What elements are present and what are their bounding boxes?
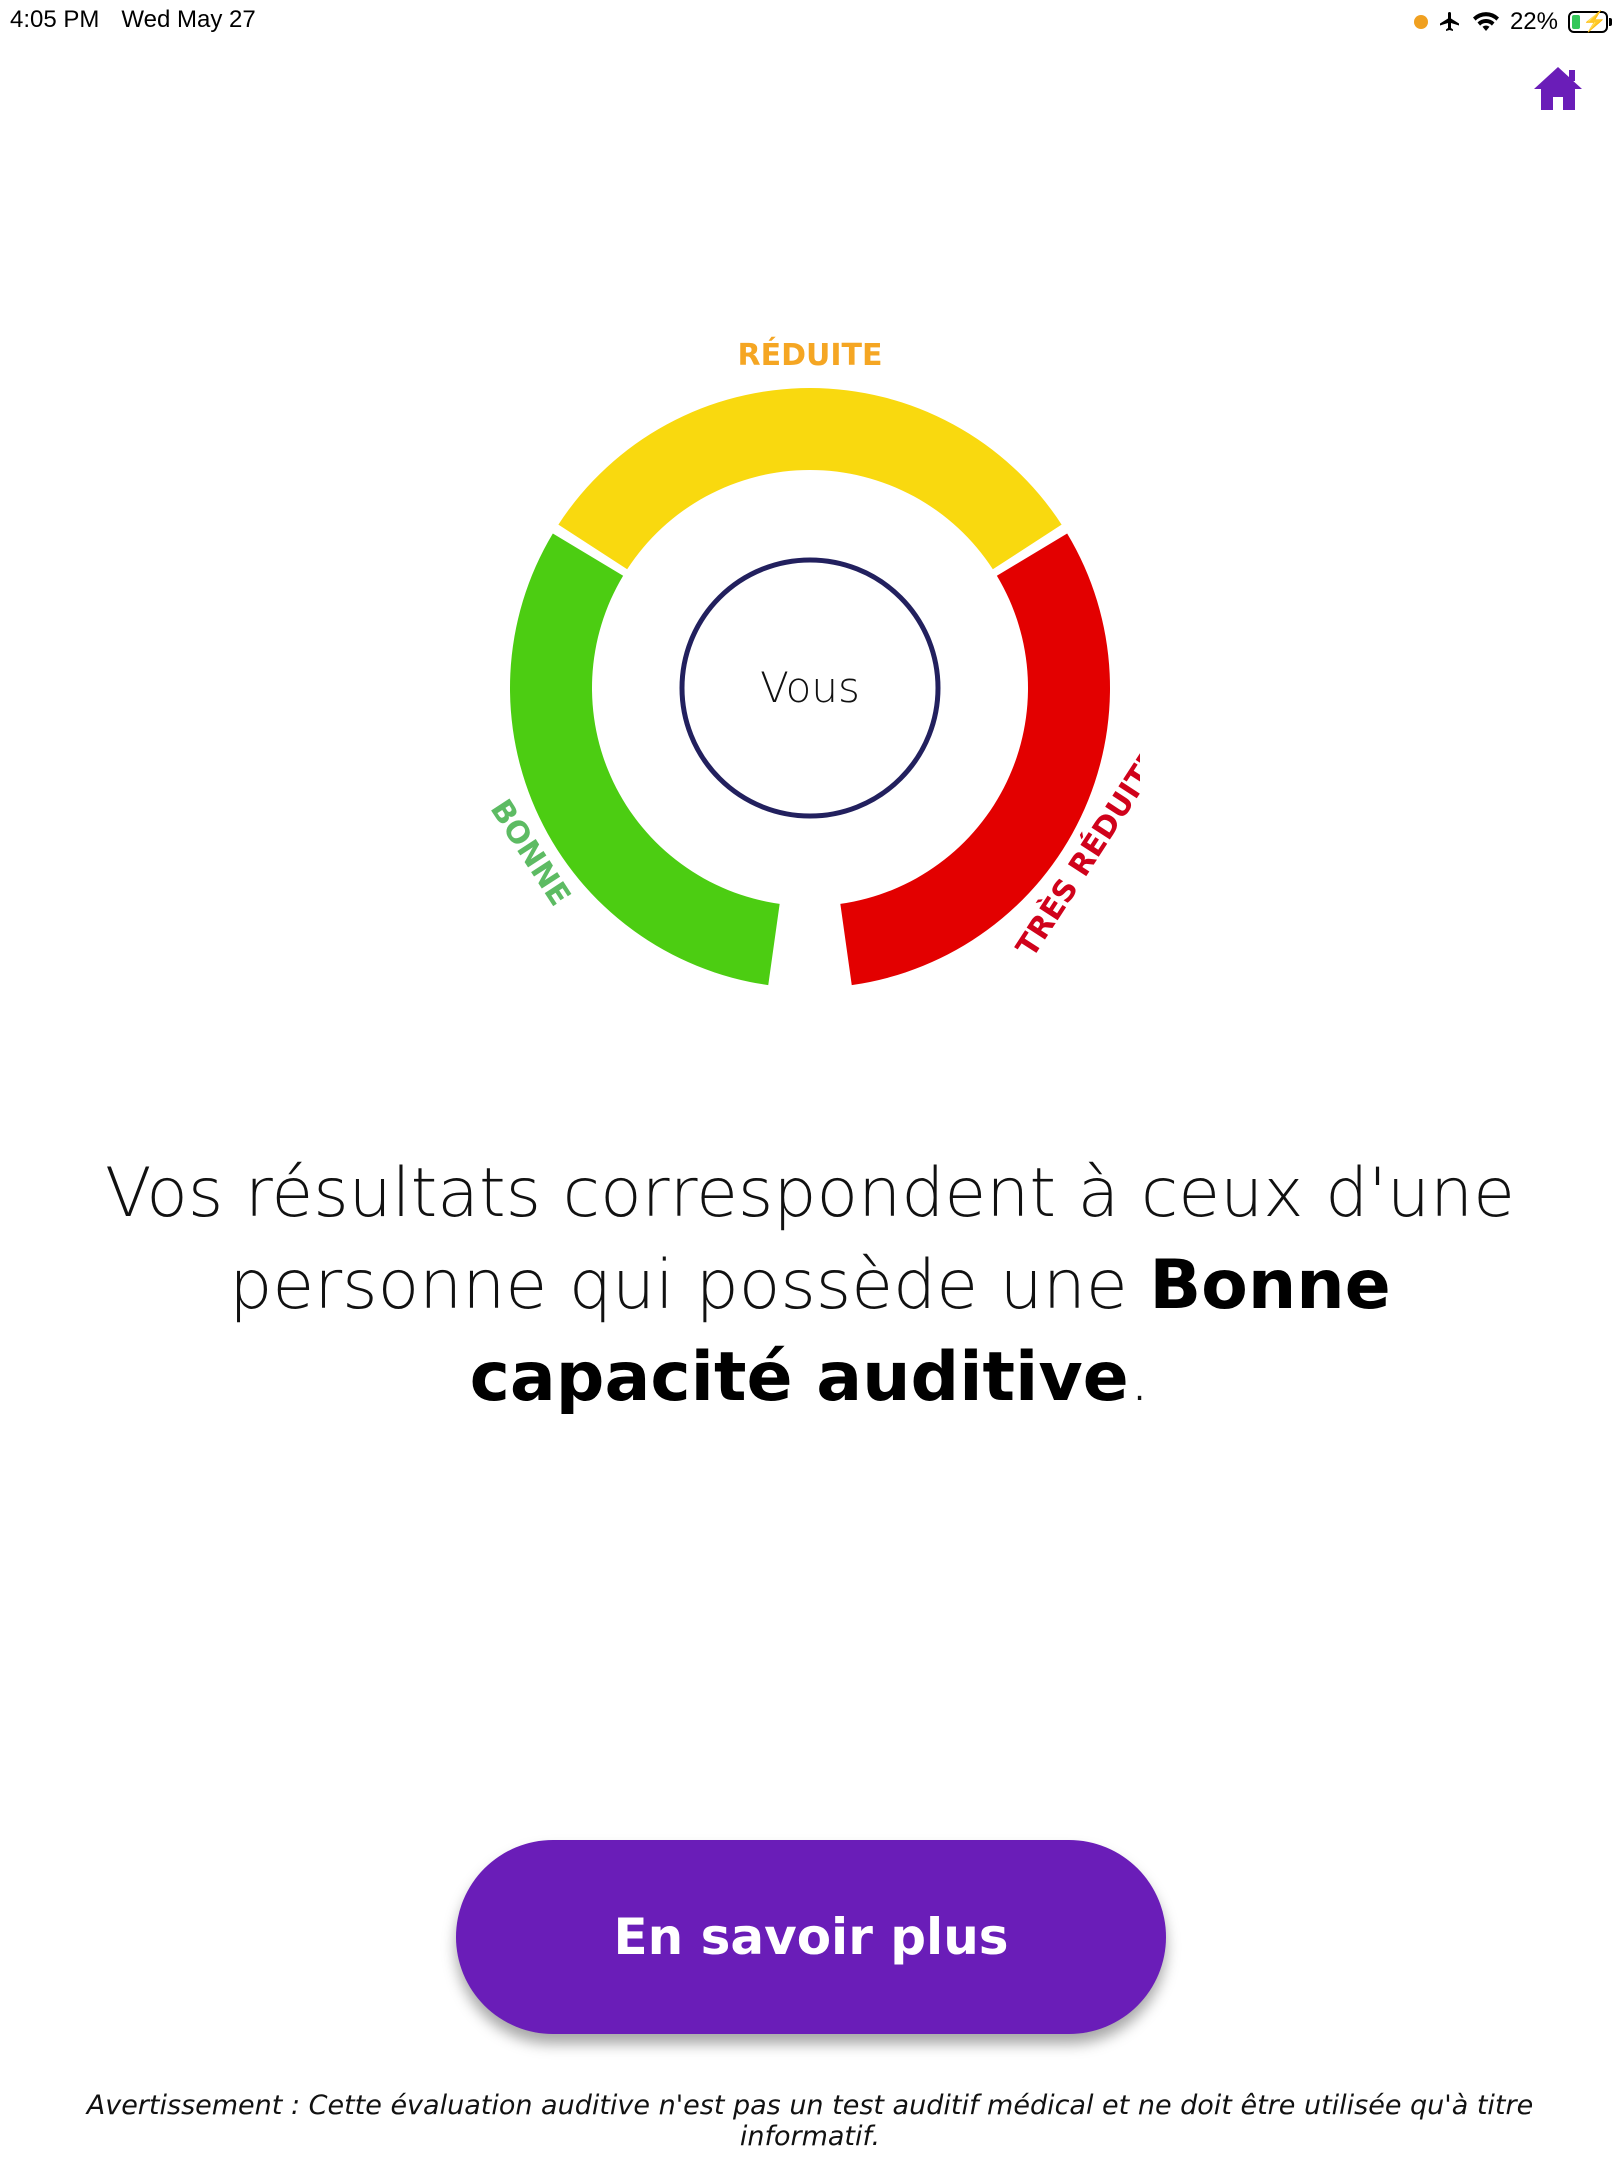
result-text: Vos résultats correspondent à ceux d'une… — [60, 1148, 1560, 1424]
hearing-gauge: RÉDUITE BONNE TRÈS RÉDUITE Vous — [483, 337, 1140, 986]
learn-more-button[interactable]: En savoir plus — [456, 1840, 1166, 2034]
status-time: 4:05 PM — [10, 6, 100, 33]
orange-dot-icon — [1413, 15, 1428, 29]
gauge-segment-reduced — [558, 387, 1062, 570]
pointer-label-you: Vous — [760, 663, 860, 712]
result-suffix: . — [1128, 1338, 1151, 1417]
status-right: 22% ⚡ — [1413, 4, 1612, 40]
battery-percentage: 22% — [1509, 8, 1558, 35]
battery-charging-icon: ⚡ — [1568, 11, 1612, 33]
home-icon[interactable] — [1532, 64, 1584, 114]
gauge-pointer: Vous — [679, 557, 941, 819]
airplane-icon — [1439, 12, 1459, 31]
status-left: 4:05 PM Wed May 27 — [10, 6, 278, 34]
status-date: Wed May 27 — [121, 6, 256, 33]
disclaimer-text: Avertissement : Cette évaluation auditiv… — [86, 2090, 1534, 2152]
results-screen: 4:05 PM Wed May 27 22% ⚡ RÉDUITE BONNE T… — [0, 0, 1620, 2160]
wifi-icon — [1472, 12, 1499, 31]
gauge-label-reduced: RÉDUITE — [738, 337, 883, 373]
status-bar: 4:05 PM Wed May 27 22% ⚡ — [0, 0, 1620, 44]
